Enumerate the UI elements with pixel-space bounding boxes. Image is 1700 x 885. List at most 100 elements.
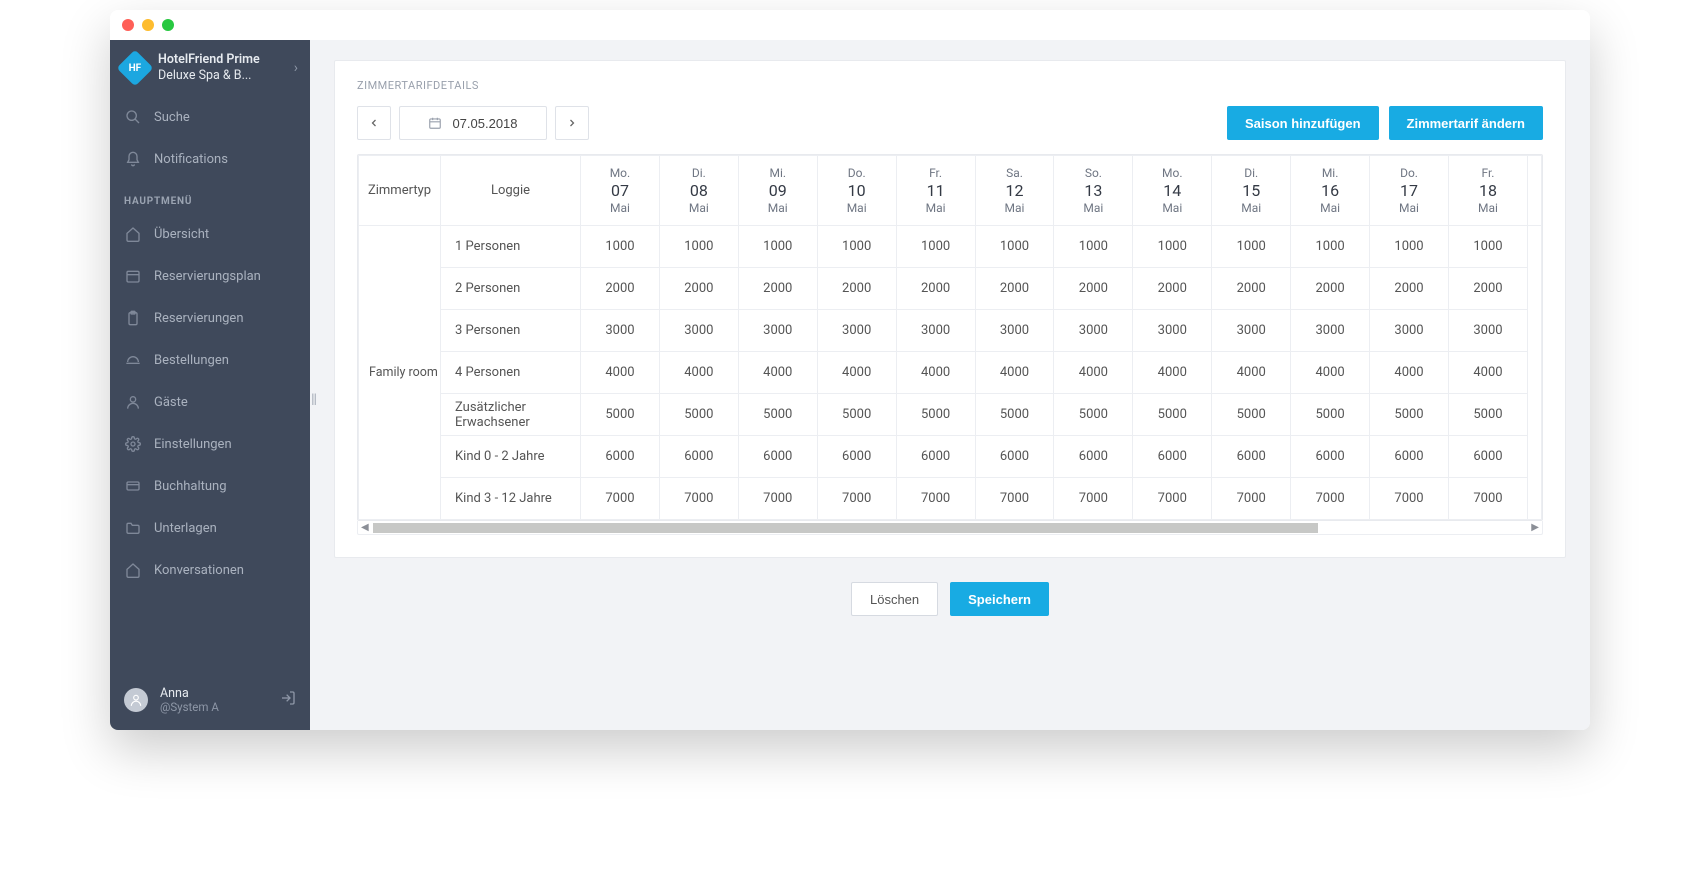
rate-cell[interactable]: 2000 [1133, 268, 1212, 310]
rate-cell[interactable]: 1000 [1133, 226, 1212, 268]
rate-cell[interactable]: 1000 [1448, 226, 1527, 268]
add-season-button[interactable]: Saison hinzufügen [1227, 106, 1379, 140]
rate-cell[interactable]: 1000 [1212, 226, 1291, 268]
rate-cell[interactable]: 2000 [1054, 268, 1133, 310]
rate-cell[interactable]: 2000 [896, 268, 975, 310]
rate-cell[interactable]: 3000 [738, 310, 817, 352]
rate-cell[interactable]: 2000 [975, 268, 1054, 310]
rate-cell[interactable]: 4000 [896, 352, 975, 394]
rate-cell[interactable]: 5000 [1448, 394, 1527, 436]
prev-date-button[interactable] [357, 106, 391, 140]
rate-cell[interactable]: 3000 [659, 310, 738, 352]
scroll-thumb[interactable] [373, 523, 1318, 533]
rate-cell[interactable]: 6000 [817, 436, 896, 478]
sidebar-collapse-handle[interactable]: ‖ [310, 370, 318, 430]
sidebar-item-bestellungen[interactable]: Bestellungen [110, 339, 310, 381]
next-date-button[interactable] [555, 106, 589, 140]
rate-cell[interactable]: 4000 [659, 352, 738, 394]
sidebar-search[interactable]: Suche [110, 96, 310, 138]
rate-cell[interactable]: 1000 [581, 226, 660, 268]
rate-cell[interactable]: 6000 [1212, 436, 1291, 478]
rate-cell[interactable]: 3000 [1448, 310, 1527, 352]
sidebar-item-buchhaltung[interactable]: Buchhaltung [110, 465, 310, 507]
rate-cell[interactable]: 5000 [817, 394, 896, 436]
rate-cell[interactable]: 7000 [1212, 478, 1291, 520]
sidebar-item-unterlagen[interactable]: Unterlagen [110, 507, 310, 549]
delete-button[interactable]: Löschen [851, 582, 938, 616]
rate-cell[interactable]: 6000 [1054, 436, 1133, 478]
rate-cell[interactable]: 4000 [1291, 352, 1370, 394]
rate-cell[interactable]: 3000 [1370, 310, 1449, 352]
rate-cell[interactable]: 3000 [1133, 310, 1212, 352]
rate-cell[interactable]: 7000 [1291, 478, 1370, 520]
rate-cell[interactable]: 7000 [975, 478, 1054, 520]
rate-cell[interactable]: 7000 [1133, 478, 1212, 520]
rate-cell[interactable]: 1000 [1370, 226, 1449, 268]
rate-cell[interactable]: 5000 [896, 394, 975, 436]
window-close-dot[interactable] [122, 19, 134, 31]
rate-cell[interactable]: 3000 [896, 310, 975, 352]
rate-cell[interactable]: 5000 [581, 394, 660, 436]
rate-cell[interactable]: 4000 [1212, 352, 1291, 394]
rate-cell[interactable]: 3000 [817, 310, 896, 352]
sidebar-notifications[interactable]: Notifications [110, 138, 310, 180]
save-button[interactable]: Speichern [950, 582, 1049, 616]
window-max-dot[interactable] [162, 19, 174, 31]
rate-cell[interactable]: 7000 [1448, 478, 1527, 520]
sidebar-item-uebersicht[interactable]: Übersicht [110, 213, 310, 255]
rate-cell[interactable]: 1000 [1291, 226, 1370, 268]
rate-cell[interactable]: 3000 [1291, 310, 1370, 352]
rate-cell[interactable]: 3000 [581, 310, 660, 352]
rate-cell[interactable]: 2000 [1212, 268, 1291, 310]
horizontal-scrollbar[interactable]: ◀ ▶ [357, 521, 1543, 535]
rate-cell[interactable]: 1000 [896, 226, 975, 268]
rate-cell[interactable]: 7000 [1054, 478, 1133, 520]
rate-cell[interactable]: 1000 [659, 226, 738, 268]
rate-cell[interactable]: 4000 [817, 352, 896, 394]
rate-cell[interactable]: 2000 [1370, 268, 1449, 310]
rate-cell[interactable]: 6000 [896, 436, 975, 478]
rate-cell[interactable]: 6000 [1133, 436, 1212, 478]
rate-cell[interactable]: 1000 [817, 226, 896, 268]
rate-cell[interactable]: 7000 [581, 478, 660, 520]
logout-icon[interactable] [280, 690, 296, 710]
date-picker-button[interactable]: 07.05.2018 [399, 106, 547, 140]
rate-cell[interactable]: 6000 [975, 436, 1054, 478]
rate-cell[interactable]: 7000 [738, 478, 817, 520]
rate-cell[interactable]: 4000 [1370, 352, 1449, 394]
rate-cell[interactable]: 1000 [1054, 226, 1133, 268]
rate-cell[interactable]: 3000 [1054, 310, 1133, 352]
rate-cell[interactable]: 2000 [1291, 268, 1370, 310]
rate-cell[interactable]: 6000 [1291, 436, 1370, 478]
rate-cell[interactable]: 2000 [817, 268, 896, 310]
rate-cell[interactable]: 6000 [1370, 436, 1449, 478]
rate-cell[interactable]: 5000 [1370, 394, 1449, 436]
rate-cell[interactable]: 7000 [896, 478, 975, 520]
rate-cell[interactable]: 4000 [1448, 352, 1527, 394]
rate-cell[interactable]: 4000 [975, 352, 1054, 394]
brand-switcher[interactable]: HF HotelFriend Prime Deluxe Spa & B... › [110, 40, 310, 96]
sidebar-item-einstellungen[interactable]: Einstellungen [110, 423, 310, 465]
rate-cell[interactable]: 4000 [738, 352, 817, 394]
rate-cell[interactable]: 6000 [738, 436, 817, 478]
rate-cell[interactable]: 2000 [659, 268, 738, 310]
rate-cell[interactable]: 6000 [581, 436, 660, 478]
sidebar-item-reservierungsplan[interactable]: Reservierungsplan [110, 255, 310, 297]
rate-cell[interactable]: 2000 [581, 268, 660, 310]
scroll-right-arrow[interactable]: ▶ [1531, 522, 1539, 533]
rate-cell[interactable]: 3000 [975, 310, 1054, 352]
rate-cell[interactable]: 5000 [1054, 394, 1133, 436]
change-rate-button[interactable]: Zimmertarif ändern [1389, 106, 1543, 140]
sidebar-item-gaeste[interactable]: Gäste [110, 381, 310, 423]
rate-cell[interactable]: 6000 [659, 436, 738, 478]
rate-cell[interactable]: 4000 [581, 352, 660, 394]
rate-cell[interactable]: 5000 [975, 394, 1054, 436]
rate-cell[interactable]: 5000 [659, 394, 738, 436]
rate-cell[interactable]: 3000 [1212, 310, 1291, 352]
sidebar-item-reservierungen[interactable]: Reservierungen [110, 297, 310, 339]
rate-cell[interactable]: 1000 [975, 226, 1054, 268]
rate-cell[interactable]: 5000 [1291, 394, 1370, 436]
rate-cell[interactable]: 5000 [738, 394, 817, 436]
rate-cell[interactable]: 2000 [1448, 268, 1527, 310]
rate-cell[interactable]: 5000 [1133, 394, 1212, 436]
